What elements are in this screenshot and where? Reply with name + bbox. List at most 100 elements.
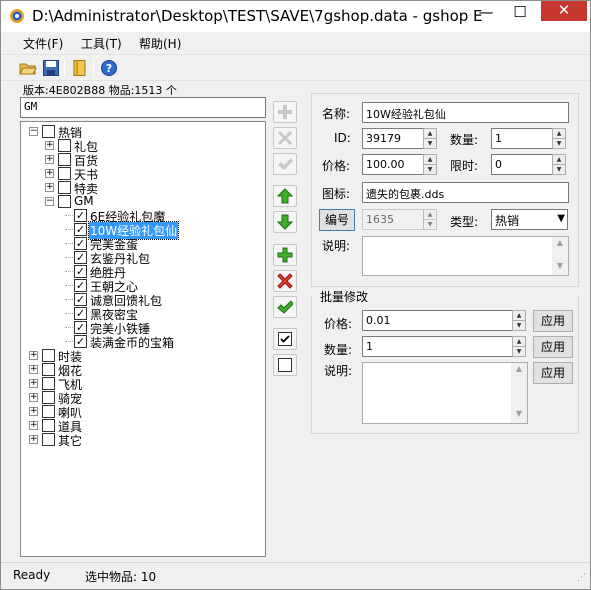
delete-button[interactable] bbox=[273, 270, 297, 292]
minimize-button[interactable]: — bbox=[471, 1, 501, 25]
save-icon[interactable] bbox=[42, 59, 60, 77]
tree-node-hot-child-expander[interactable]: + bbox=[45, 155, 54, 164]
tree-node-hot-child-expander[interactable]: + bbox=[45, 183, 54, 192]
apply-price-button[interactable]: 应用 bbox=[533, 310, 573, 332]
tree-node-gm-item-checkbox[interactable]: ✓ bbox=[74, 251, 87, 264]
tree-node-gm-item[interactable] bbox=[21, 278, 261, 292]
check-all-icon bbox=[278, 332, 292, 346]
check-disabled-button[interactable] bbox=[273, 153, 297, 175]
batch-desc-scrollbar[interactable]: ▲ ▼ bbox=[511, 363, 527, 423]
apply-desc-button[interactable]: 应用 bbox=[533, 362, 573, 384]
tree-node-category-checkbox[interactable] bbox=[42, 419, 55, 432]
tree-node-category-checkbox[interactable] bbox=[42, 433, 55, 446]
add-button[interactable] bbox=[273, 244, 297, 266]
tree-node-gm-item[interactable] bbox=[21, 264, 261, 278]
move-down-button[interactable] bbox=[273, 211, 297, 233]
menu-file[interactable]: 文件(F) bbox=[23, 35, 63, 52]
limit-field[interactable]: 0 bbox=[491, 154, 553, 175]
tree-node-category-checkbox[interactable] bbox=[42, 405, 55, 418]
batch-desc-field[interactable]: ▲ ▼ bbox=[362, 362, 528, 424]
tree-node-gm-item-checkbox[interactable]: ✓ bbox=[74, 307, 87, 320]
desc-scrollbar[interactable]: ▲ ▼ bbox=[552, 237, 568, 275]
tree-node-hot-child[interactable] bbox=[21, 138, 261, 152]
tree-node-category-expander[interactable]: + bbox=[29, 351, 38, 360]
batch-edit-group: 批量修改 价格: 0.01 ▲ ▼ 应用 数量: 1 ▲ ▼ 应用 说明: ▲ ▼ 应… bbox=[311, 288, 579, 434]
tree-node-gm-item-checkbox[interactable]: ✓ bbox=[74, 223, 87, 236]
tree-node-gm-item-connector bbox=[65, 313, 73, 314]
move-up-button[interactable] bbox=[273, 185, 297, 207]
tree-node-hot-checkbox[interactable] bbox=[42, 125, 55, 138]
item-tree[interactable]: − 热销 + 礼包 + 百货 + 天书 + 特卖 − GM ✓ 6E经验礼包魔 ✓ 10W经验礼包仙 ✓ 完美金蛋… bbox=[20, 121, 266, 557]
resize-grip-icon[interactable]: ⋰ bbox=[577, 573, 586, 583]
tree-node-category-checkbox[interactable] bbox=[42, 377, 55, 390]
tree-node-hot-child-checkbox[interactable] bbox=[58, 195, 71, 208]
batch-price-field[interactable]: 0.01 bbox=[362, 310, 513, 331]
batch-qty-field[interactable]: 1 bbox=[362, 336, 513, 357]
app-icon bbox=[10, 9, 24, 23]
tree-node-category-expander[interactable]: + bbox=[29, 379, 38, 388]
tree-node-gm-item-checkbox[interactable]: ✓ bbox=[74, 279, 87, 292]
uncheck-all-button[interactable] bbox=[273, 354, 297, 376]
tree-node-gm-item-checkbox[interactable]: ✓ bbox=[74, 293, 87, 306]
tree-node-gm-item-checkbox[interactable]: ✓ bbox=[74, 321, 87, 334]
tree-node-gm-item[interactable] bbox=[21, 306, 261, 320]
tree-node-category-expander[interactable]: + bbox=[29, 393, 38, 402]
tree-node-hot-expander[interactable]: − bbox=[29, 127, 38, 136]
tree-node-hot-child-checkbox[interactable] bbox=[58, 153, 71, 166]
tree-node-category-checkbox[interactable] bbox=[42, 349, 55, 362]
add-disabled-button[interactable] bbox=[273, 101, 297, 123]
batch-qty-spinner[interactable]: ▲ ▼ bbox=[512, 336, 526, 357]
tree-node-category-expander[interactable]: + bbox=[29, 421, 38, 430]
desc-field[interactable]: ▲ ▼ bbox=[362, 236, 569, 276]
type-select[interactable]: 热销 ▼ bbox=[491, 209, 568, 230]
code-button[interactable]: 编号 bbox=[319, 209, 355, 231]
batch-price-spinner[interactable]: ▲ ▼ bbox=[512, 310, 526, 331]
tree-node-hot-child-expander[interactable]: + bbox=[45, 141, 54, 150]
tree-node-gm-item-checkbox[interactable]: ✓ bbox=[74, 335, 87, 348]
tree-node-hot-child[interactable] bbox=[21, 180, 261, 194]
menu-help[interactable]: 帮助(H) bbox=[139, 35, 181, 52]
icon-label: 图标: bbox=[322, 187, 351, 201]
qty-spinner[interactable]: ▲ ▼ bbox=[552, 128, 566, 149]
tree-node-gm-item-checkbox[interactable]: ✓ bbox=[74, 265, 87, 278]
price-field[interactable]: 100.00 bbox=[362, 154, 424, 175]
icon-field[interactable]: 遗失的包裹.dds bbox=[362, 182, 569, 203]
title-bar[interactable]: D:\Administrator\Desktop\TEST\SAVE\7gsho… bbox=[1, 1, 590, 32]
limit-spinner[interactable]: ▲ ▼ bbox=[552, 154, 566, 175]
tree-node-gm-item[interactable] bbox=[21, 236, 261, 250]
tree-node-category-expander[interactable]: + bbox=[29, 407, 38, 416]
apply-qty-button[interactable]: 应用 bbox=[533, 336, 573, 358]
name-field[interactable]: 10W经验礼包仙 bbox=[362, 102, 569, 123]
tree-node-category-expander[interactable]: + bbox=[29, 365, 38, 374]
search-input[interactable]: GM bbox=[20, 97, 266, 118]
confirm-button[interactable] bbox=[273, 296, 297, 318]
book-icon[interactable] bbox=[71, 59, 89, 77]
tree-node-category-expander[interactable]: + bbox=[29, 435, 38, 444]
id-field[interactable]: 39179 bbox=[362, 128, 424, 149]
tree-node-hot-child-expander[interactable]: + bbox=[45, 169, 54, 178]
tree-node-hot-child-checkbox[interactable] bbox=[58, 167, 71, 180]
tree-node-hot-child-checkbox[interactable] bbox=[58, 139, 71, 152]
menu-tools[interactable]: 工具(T) bbox=[81, 35, 122, 52]
tree-node-hot-child-expander[interactable]: − bbox=[45, 197, 54, 206]
close-button[interactable]: ✕ bbox=[541, 1, 587, 21]
delete-disabled-button[interactable] bbox=[273, 127, 297, 149]
tree-node-hot-child[interactable] bbox=[21, 194, 261, 208]
item-details-group: 名称: 10W经验礼包仙 ID: 39179 ▲ ▼ 数量: 1 ▲ ▼ 价格: 1… bbox=[311, 93, 579, 287]
delete-gray-icon bbox=[278, 131, 292, 145]
tree-node-hot-child-checkbox[interactable] bbox=[58, 181, 71, 194]
tree-node-hot-child[interactable] bbox=[21, 152, 261, 166]
qty-field[interactable]: 1 bbox=[491, 128, 553, 149]
id-spinner[interactable]: ▲ ▼ bbox=[423, 128, 437, 149]
tree-node-gm-item-checkbox[interactable]: ✓ bbox=[74, 237, 87, 250]
open-folder-icon[interactable] bbox=[19, 59, 37, 77]
tree-node-gm-item-checkbox[interactable]: ✓ bbox=[74, 209, 87, 222]
tree-node-category-checkbox[interactable] bbox=[42, 363, 55, 376]
main-window: D:\Administrator\Desktop\TEST\SAVE\7gsho… bbox=[0, 0, 591, 590]
check-all-button[interactable] bbox=[273, 328, 297, 350]
help-icon[interactable]: ? bbox=[100, 59, 118, 77]
tree-node-category-checkbox[interactable] bbox=[42, 391, 55, 404]
tree-node-hot-child[interactable] bbox=[21, 166, 261, 180]
price-spinner[interactable]: ▲ ▼ bbox=[423, 154, 437, 175]
maximize-button[interactable]: ☐ bbox=[505, 1, 535, 25]
